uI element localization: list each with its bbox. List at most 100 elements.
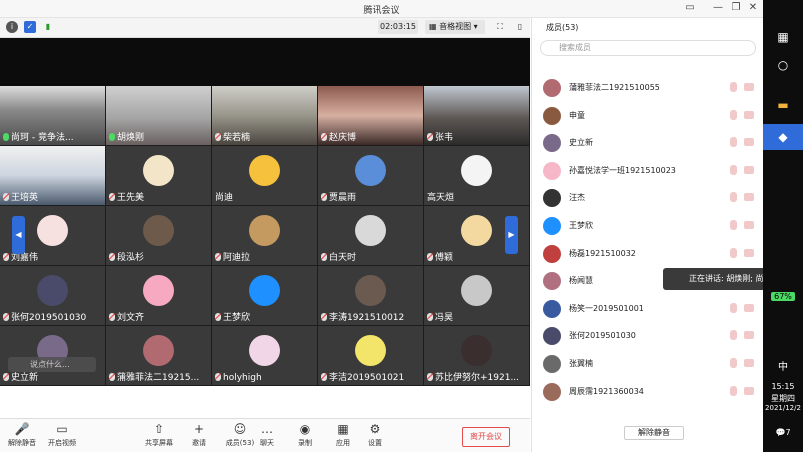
participant-avatar: [355, 215, 386, 246]
chat-input[interactable]: 说点什么...: [8, 357, 96, 372]
participant-tile[interactable]: 李洁2019501021: [318, 326, 423, 385]
participant-tile[interactable]: 阿迪拉: [212, 206, 317, 265]
camera-off-icon[interactable]: [744, 138, 754, 147]
participant-tile[interactable]: 段泓杉: [106, 206, 211, 265]
control-button[interactable]: ⇧ 共享屏幕: [137, 422, 181, 448]
ime-indicator[interactable]: 中: [763, 358, 803, 373]
notification-button[interactable]: 💬7: [763, 428, 803, 437]
participant-tile[interactable]: 李涛1921510012: [318, 266, 423, 325]
view-mode-button[interactable]: ▦ 音格视图 ▾: [425, 20, 485, 34]
member-row[interactable]: 蒲雅菲法二1921510055: [532, 74, 764, 101]
mic-muted-icon[interactable]: [730, 220, 737, 230]
control-button[interactable]: 🎤 解除静音: [0, 422, 44, 448]
participant-tile[interactable]: 尚迪: [212, 146, 317, 205]
shield-icon[interactable]: ✓: [24, 21, 36, 33]
camera-off-icon[interactable]: [744, 331, 754, 340]
member-name: 孙嘉悦法学一班1921510023: [569, 165, 676, 175]
info-icon[interactable]: i: [6, 21, 18, 33]
leave-meeting-button[interactable]: 离开会议: [462, 427, 510, 447]
search-circle-icon[interactable]: ○: [763, 58, 803, 72]
camera-off-icon[interactable]: [744, 221, 754, 229]
participant-tile[interactable]: 王梦欣: [212, 266, 317, 325]
control-icon: ◉: [299, 422, 311, 436]
participant-name-label: 段泓杉: [117, 253, 145, 263]
participant-tile[interactable]: 张韦: [424, 86, 529, 145]
participant-tile[interactable]: 贾晨雨: [318, 146, 423, 205]
mic-muted-icon[interactable]: [730, 82, 737, 92]
participant-tile[interactable]: 苏比伊努尔+1921...: [424, 326, 529, 385]
participant-name: 尚珂 - 竞争法...: [3, 130, 74, 143]
camera-off-icon[interactable]: [744, 110, 754, 119]
participant-tile[interactable]: 胡焕刚: [106, 86, 211, 145]
mic-muted-icon: [321, 133, 327, 141]
next-page-button[interactable]: ▶: [505, 216, 518, 254]
mic-muted-icon[interactable]: [730, 137, 737, 148]
participant-tile[interactable]: holyhigh: [212, 326, 317, 385]
mic-muted-icon[interactable]: [730, 385, 737, 396]
prev-page-button[interactable]: ◀: [12, 216, 25, 254]
participant-tile[interactable]: 王培英: [0, 146, 105, 205]
fullscreen-icon[interactable]: ⛶: [494, 21, 506, 33]
meeting-app-taskbar-icon[interactable]: ◆: [763, 124, 803, 150]
participant-name-label: 王培英: [11, 193, 39, 203]
participant-tile[interactable]: 尚珂 - 竞争法...: [0, 86, 105, 145]
participant-name: 傅颖: [427, 250, 453, 263]
camera-off-icon[interactable]: [744, 359, 754, 367]
member-name: 汪杰: [569, 193, 585, 203]
mic-muted-icon[interactable]: [730, 330, 737, 341]
member-row[interactable]: 张何2019501030: [532, 322, 764, 349]
mic-muted-icon: [321, 313, 327, 321]
member-row[interactable]: 史立新: [532, 129, 764, 156]
participant-avatar: [355, 155, 386, 186]
pin-icon[interactable]: ▭: [683, 2, 697, 13]
participant-tile[interactable]: 赵庆博: [318, 86, 423, 145]
camera-off-icon[interactable]: [744, 248, 754, 257]
mic-muted-icon[interactable]: [730, 109, 737, 120]
camera-off-icon[interactable]: [744, 83, 754, 91]
participant-tile[interactable]: 白天时: [318, 206, 423, 265]
camera-off-icon[interactable]: [744, 386, 754, 395]
participant-tile[interactable]: 张何2019501030: [0, 266, 105, 325]
control-button[interactable]: ▭ 开启视频: [40, 422, 84, 448]
participant-tile[interactable]: 王先美: [106, 146, 211, 205]
mic-muted-icon[interactable]: [730, 247, 737, 258]
member-row[interactable]: 周辰霈1921360034: [532, 378, 764, 405]
member-row[interactable]: 孙嘉悦法学一班1921510023: [532, 157, 764, 184]
unmute-all-button[interactable]: 解除静音: [624, 426, 684, 440]
mic-muted-icon[interactable]: [730, 164, 737, 175]
minimize-icon[interactable]: —: [711, 2, 725, 13]
camera-off-icon[interactable]: [744, 193, 754, 202]
participant-name: 尚迪: [215, 190, 233, 203]
signal-icon[interactable]: ▮: [42, 21, 54, 33]
member-row[interactable]: 杨笑一2019501001: [532, 295, 764, 322]
file-explorer-icon[interactable]: ▬: [763, 98, 803, 112]
restore-icon[interactable]: ❐: [729, 2, 743, 13]
member-row[interactable]: 汪杰: [532, 184, 764, 211]
participant-tile[interactable]: 高天烜: [424, 146, 529, 205]
camera-off-icon[interactable]: [744, 165, 754, 174]
windows-start-icon[interactable]: ▦: [763, 30, 803, 44]
close-icon[interactable]: ✕: [746, 2, 760, 13]
participant-name: 李涛1921510012: [321, 310, 404, 323]
participant-tile[interactable]: 蒲雅菲法二19215...: [106, 326, 211, 385]
member-row[interactable]: 张翼楠: [532, 350, 764, 377]
control-button[interactable]: + 邀请: [177, 422, 221, 448]
member-search-input[interactable]: 搜索成员: [540, 40, 756, 56]
mic-muted-icon[interactable]: [730, 192, 737, 203]
mic-muted-icon[interactable]: [730, 302, 737, 313]
control-button[interactable]: ⚙ 设置: [353, 422, 397, 448]
member-row[interactable]: 申童: [532, 102, 764, 129]
clock-time[interactable]: 15:15: [763, 382, 803, 391]
member-row[interactable]: 王梦欣: [532, 212, 764, 239]
mic-muted-icon[interactable]: [730, 358, 737, 368]
layout-icon[interactable]: ▯: [514, 21, 526, 33]
camera-off-icon[interactable]: [744, 303, 754, 312]
mic-muted-icon: [321, 373, 327, 381]
member-avatar: [543, 382, 561, 401]
participant-tile[interactable]: 刘文齐: [106, 266, 211, 325]
member-row[interactable]: 杨磊1921510032: [532, 240, 764, 267]
mic-muted-icon: [109, 253, 115, 261]
participant-tile[interactable]: 冯昊: [424, 266, 529, 325]
participant-tile[interactable]: 史立新: [0, 326, 105, 385]
participant-tile[interactable]: 柴若楠: [212, 86, 317, 145]
